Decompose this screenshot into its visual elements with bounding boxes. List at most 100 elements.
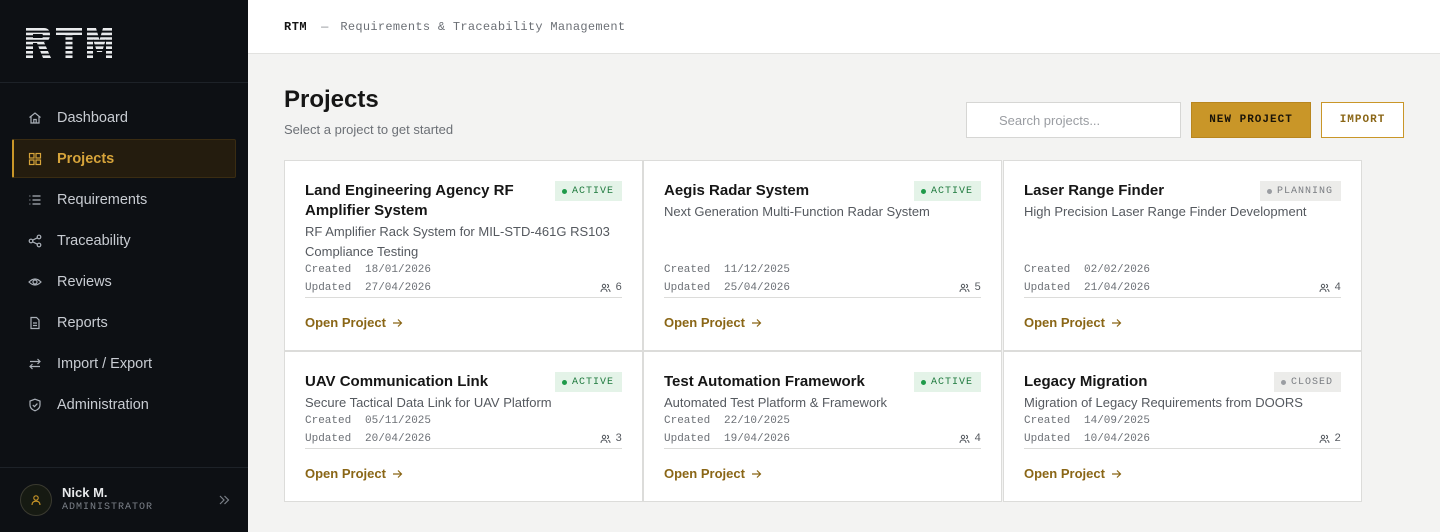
sidebar-item-label: Reviews	[57, 273, 112, 290]
open-project-link[interactable]: Open Project	[305, 466, 403, 481]
created-date: 11/12/2025	[724, 264, 791, 276]
updated-label: Updated	[664, 433, 711, 445]
page-subtitle: Select a project to get started	[284, 122, 454, 137]
avatar[interactable]	[20, 484, 52, 516]
user-profile[interactable]: Nick M. ADMINISTRATOR	[20, 484, 232, 516]
shield-icon	[27, 397, 43, 413]
updated-date: 25/04/2026	[724, 282, 791, 294]
created-date: 22/10/2025	[724, 415, 791, 427]
created-date: 18/01/2026	[365, 264, 432, 276]
project-meta: Created 22/10/2025 Updated 19/04/2026 4	[664, 412, 981, 449]
chevrons-right-icon[interactable]	[216, 492, 232, 508]
divider	[1024, 448, 1341, 449]
updated-label: Updated	[664, 282, 711, 294]
status-badge: PLANNING	[1259, 181, 1341, 201]
sidebar-item-label: Projects	[57, 150, 115, 167]
users-icon	[1319, 434, 1330, 444]
updated-date: 10/04/2026	[1084, 433, 1151, 445]
sidebar-item-label: Requirements	[57, 191, 148, 208]
open-project-label: Open Project	[664, 315, 745, 330]
status-label: PLANNING	[1276, 185, 1333, 197]
new-project-button[interactable]: NEW PROJECT	[1191, 102, 1311, 138]
project-card: Aegis Radar System ACTIVE Next Generatio…	[643, 160, 1002, 351]
member-count-value: 5	[974, 282, 981, 294]
member-count: 4	[1319, 282, 1341, 294]
topbar-subtitle: Requirements & Traceability Management	[340, 19, 626, 34]
member-count: 2	[1319, 433, 1341, 445]
open-project-link[interactable]: Open Project	[664, 466, 762, 481]
project-card: Land Engineering Agency RF Amplifier Sys…	[284, 160, 643, 351]
home-icon	[27, 110, 43, 126]
project-card: Legacy Migration CLOSED Migration of Leg…	[1003, 351, 1362, 502]
created-label: Created	[664, 264, 711, 276]
updated-label: Updated	[1024, 282, 1071, 294]
status-label: ACTIVE	[571, 376, 614, 388]
project-description: RF Amplifier Rack System for MIL-STD-461…	[305, 224, 610, 259]
project-description: Secure Tactical Data Link for UAV Platfo…	[305, 395, 552, 410]
updated-date: 20/04/2026	[365, 433, 432, 445]
member-count-value: 2	[1334, 433, 1341, 445]
user-role: ADMINISTRATOR	[62, 502, 154, 513]
sidebar-item-projects[interactable]: Projects	[12, 139, 236, 178]
member-count: 4	[959, 433, 981, 445]
created-label: Created	[1024, 415, 1071, 427]
page-title: Projects	[284, 86, 379, 113]
rtm-logo[interactable]	[26, 28, 112, 58]
divider	[0, 82, 248, 83]
sidebar-item-requirements[interactable]: Requirements	[12, 180, 236, 219]
divider	[664, 448, 981, 449]
list-icon	[27, 192, 43, 208]
created-label: Created	[305, 415, 352, 427]
users-icon	[1319, 283, 1330, 293]
open-project-label: Open Project	[305, 466, 386, 481]
sidebar-item-reviews[interactable]: Reviews	[12, 262, 236, 301]
import-button[interactable]: IMPORT	[1321, 102, 1404, 138]
status-label: ACTIVE	[930, 185, 973, 197]
status-dot	[920, 188, 926, 194]
open-project-link[interactable]: Open Project	[1024, 466, 1122, 481]
open-project-label: Open Project	[305, 315, 386, 330]
project-description: Migration of Legacy Requirements from DO…	[1024, 395, 1303, 410]
updated-date: 19/04/2026	[724, 433, 791, 445]
arrow-right-icon	[751, 469, 762, 478]
status-badge: CLOSED	[1273, 372, 1341, 392]
member-count: 3	[600, 433, 622, 445]
sidebar-item-label: Reports	[57, 314, 108, 331]
open-project-link[interactable]: Open Project	[1024, 315, 1122, 330]
status-badge: ACTIVE	[554, 372, 622, 392]
sidebar-item-reports[interactable]: Reports	[12, 303, 236, 342]
sidebar-item-import-export[interactable]: Import / Export	[12, 344, 236, 383]
search-input[interactable]	[966, 102, 1181, 138]
open-project-label: Open Project	[664, 466, 745, 481]
sidebar-item-administration[interactable]: Administration	[12, 385, 236, 424]
project-card: UAV Communication Link ACTIVE Secure Tac…	[284, 351, 643, 502]
open-project-label: Open Project	[1024, 466, 1105, 481]
project-card: Laser Range Finder PLANNING High Precisi…	[1003, 160, 1362, 351]
sidebar-item-traceability[interactable]: Traceability	[12, 221, 236, 260]
member-count-value: 3	[615, 433, 622, 445]
status-label: ACTIVE	[571, 185, 614, 197]
project-meta: Created 18/01/2026 Updated 27/04/2026 6	[305, 261, 622, 298]
project-title: Test Automation Framework	[664, 373, 865, 390]
created-date: 02/02/2026	[1084, 264, 1151, 276]
open-project-link[interactable]: Open Project	[305, 315, 403, 330]
divider	[305, 448, 622, 449]
topbar-separator: —	[321, 19, 329, 34]
status-dot	[561, 379, 567, 385]
member-count-value: 4	[974, 433, 981, 445]
status-badge: ACTIVE	[554, 181, 622, 201]
member-count-value: 6	[615, 282, 622, 294]
user-name: Nick M.	[62, 485, 108, 500]
project-meta: Created 11/12/2025 Updated 25/04/2026 5	[664, 261, 981, 298]
arrow-right-icon	[1111, 318, 1122, 327]
share-icon	[27, 233, 43, 249]
arrow-right-icon	[392, 469, 403, 478]
divider	[1024, 297, 1341, 298]
users-icon	[600, 434, 611, 444]
arrow-right-icon	[392, 318, 403, 327]
created-date: 05/11/2025	[365, 415, 432, 427]
open-project-link[interactable]: Open Project	[664, 315, 762, 330]
sidebar-item-dashboard[interactable]: Dashboard	[12, 98, 236, 137]
project-title: Laser Range Finder	[1024, 182, 1165, 199]
project-title: Aegis Radar System	[664, 182, 810, 199]
